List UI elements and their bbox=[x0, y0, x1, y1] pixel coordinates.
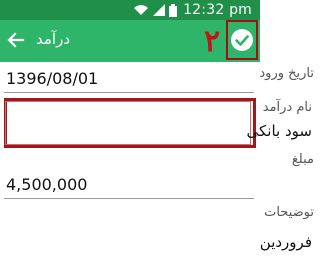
arrow-back-icon[interactable] bbox=[6, 30, 26, 50]
description-label: توضیحات bbox=[264, 205, 314, 220]
date-field[interactable]: 1396/08/01 bbox=[6, 69, 98, 88]
app-bar: درآمد ۲ bbox=[0, 20, 260, 62]
annotation-number: ۲ bbox=[204, 24, 221, 59]
wifi-icon bbox=[134, 5, 149, 15]
description-field[interactable]: فروردین bbox=[260, 233, 312, 251]
amount-field-underline bbox=[4, 198, 254, 199]
status-time: 12:32 pm bbox=[183, 2, 252, 18]
confirm-button[interactable] bbox=[226, 20, 258, 60]
amount-label: مبلغ bbox=[291, 152, 314, 167]
income-name-label: نام درآمد bbox=[262, 100, 312, 115]
income-name-field[interactable]: سود بانکی bbox=[247, 122, 312, 140]
check-circle-icon bbox=[231, 29, 253, 51]
date-field-underline bbox=[4, 92, 254, 93]
date-label: تاریخ ورود bbox=[259, 66, 314, 81]
highlight-annotation-inner bbox=[5, 101, 251, 145]
page-title: درآمد bbox=[36, 30, 70, 48]
signal-icon bbox=[153, 4, 166, 16]
amount-field[interactable]: 4,500,000 bbox=[6, 175, 87, 194]
status-bar: 12:32 pm bbox=[0, 0, 260, 20]
battery-icon bbox=[169, 3, 178, 17]
